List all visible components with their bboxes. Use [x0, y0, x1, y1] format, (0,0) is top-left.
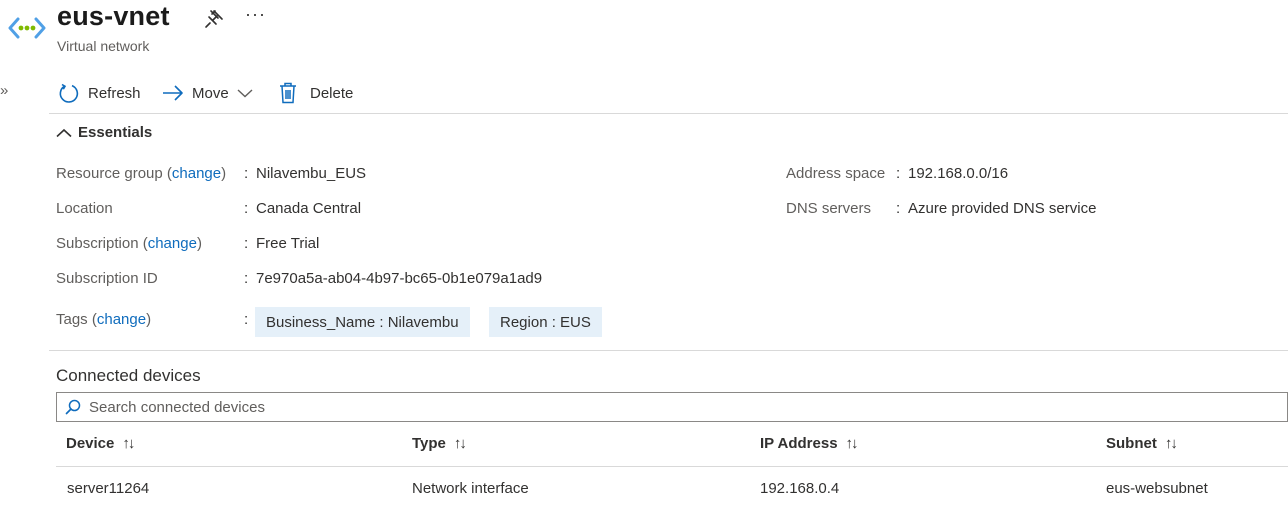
- subscription-change-link[interactable]: change: [148, 235, 197, 252]
- pin-icon[interactable]: [203, 8, 225, 30]
- essentials-toggle[interactable]: Essentials: [56, 124, 152, 141]
- sort-icon: ↑↓: [1164, 435, 1178, 452]
- connected-devices-title: Connected devices: [56, 366, 201, 385]
- sort-icon: ↑↓: [453, 435, 467, 452]
- refresh-icon: [59, 83, 79, 103]
- delete-button[interactable]: Delete: [278, 80, 353, 106]
- refresh-label: Refresh: [88, 84, 141, 102]
- ip-address-cell: 192.168.0.4: [760, 480, 840, 497]
- resource-type-subtitle: Virtual network: [57, 38, 150, 54]
- expand-menu-button[interactable]: »: [0, 82, 8, 99]
- tag-region[interactable]: Region : EUS: [489, 307, 602, 337]
- subscription-id-value: 7e970a5a-ab04-4b97-bc65-0b1e079a1ad9: [256, 270, 543, 287]
- chevron-down-icon: [237, 89, 253, 98]
- tags-label: Tags (change): [56, 311, 152, 328]
- page-title: eus-vnet: [57, 1, 170, 31]
- chevron-up-icon: [56, 128, 72, 137]
- tags-change-link[interactable]: change: [97, 311, 146, 328]
- dns-servers-value: Azure provided DNS service: [908, 200, 1097, 217]
- column-header-ip-address[interactable]: IP Address ↑↓: [760, 435, 859, 452]
- dns-servers-label: DNS servers: [786, 200, 872, 217]
- more-options-button[interactable]: ···: [245, 4, 266, 25]
- move-button[interactable]: Move: [162, 80, 253, 106]
- subnet-cell: eus-websubnet: [1106, 480, 1208, 497]
- search-box[interactable]: [56, 392, 1288, 422]
- column-header-type[interactable]: Type ↑↓: [412, 435, 467, 452]
- address-space-label: Address space: [786, 165, 886, 182]
- address-space-value: 192.168.0.0/16: [908, 165, 1009, 182]
- refresh-button[interactable]: Refresh: [58, 80, 141, 106]
- subscription-id-label: Subscription ID: [56, 270, 158, 287]
- device-link[interactable]: server11264: [67, 480, 149, 497]
- delete-label: Delete: [310, 84, 354, 102]
- tag-business-name[interactable]: Business_Name : Nilavembu: [255, 307, 470, 337]
- table-header-divider: [56, 466, 1288, 467]
- essentials-heading: Essentials: [78, 124, 153, 141]
- essentials-divider: [49, 350, 1288, 351]
- move-label: Move: [192, 84, 229, 102]
- subscription-value-link[interactable]: Free Trial: [256, 235, 319, 252]
- resource-group-label: Resource group (change): [56, 165, 227, 182]
- column-header-device[interactable]: Device ↑↓: [66, 435, 135, 452]
- search-icon: [65, 399, 81, 415]
- resource-group-change-link[interactable]: change: [172, 165, 221, 182]
- virtual-network-icon: [8, 14, 46, 42]
- device-type-cell: Network interface: [412, 480, 529, 497]
- location-value: Canada Central: [256, 200, 362, 217]
- toolbar-divider: [49, 113, 1288, 114]
- search-input[interactable]: [87, 397, 691, 417]
- resource-group-value-link[interactable]: Nilavembu_EUS: [256, 165, 366, 182]
- trash-icon: [280, 82, 296, 104]
- column-header-subnet[interactable]: Subnet ↑↓: [1106, 435, 1178, 452]
- arrow-right-icon: [163, 85, 183, 101]
- subscription-label: Subscription (change): [56, 235, 202, 252]
- sort-icon: ↑↓: [122, 435, 135, 452]
- location-label: Location: [56, 200, 113, 217]
- sort-icon: ↑↓: [845, 435, 859, 452]
